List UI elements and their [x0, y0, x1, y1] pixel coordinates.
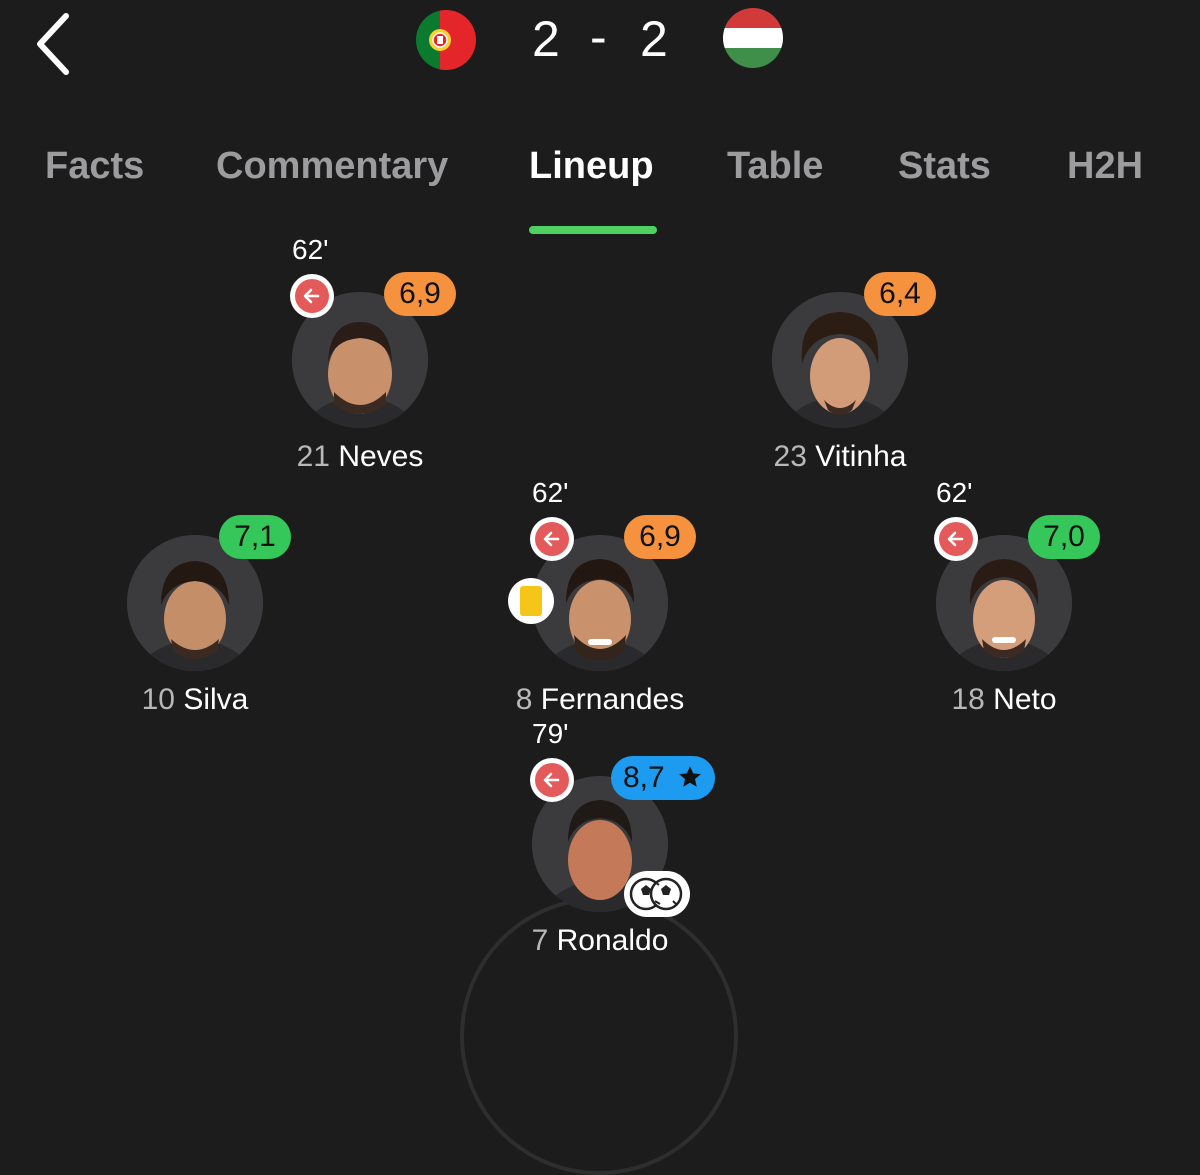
- sub-off-arrow-icon: [535, 522, 569, 556]
- tab-table[interactable]: Table: [727, 145, 823, 188]
- football-icon: [629, 877, 683, 911]
- away-score: 2: [640, 11, 668, 67]
- player-number: 7: [531, 924, 549, 957]
- active-tab-indicator: [529, 226, 657, 234]
- player-number: 18: [951, 683, 985, 716]
- player-name: 18 Neto: [874, 683, 1134, 717]
- player-surname: Vitinha: [815, 440, 907, 473]
- tab-facts[interactable]: Facts: [45, 145, 144, 188]
- score-separator: -: [590, 9, 607, 65]
- player-rating: 7,1: [219, 515, 291, 559]
- player-rating: 6,9: [624, 515, 696, 559]
- star-icon: [679, 766, 701, 787]
- substitution-time: 79': [532, 718, 569, 749]
- substitution-badge: [530, 517, 574, 561]
- substitution-badge: [290, 274, 334, 318]
- tab-commentary[interactable]: Commentary: [216, 145, 448, 188]
- player-surname: Neto: [993, 683, 1057, 716]
- rating-value: 8,7: [623, 761, 665, 794]
- player-rating: 7,0: [1028, 515, 1100, 559]
- substitution-badge: [934, 517, 978, 561]
- hungary-flag-icon: [723, 8, 783, 68]
- sub-off-arrow-icon: [939, 522, 973, 556]
- player-number: 23: [773, 440, 807, 473]
- tab-stats[interactable]: Stats: [898, 145, 991, 188]
- tab-h2h[interactable]: H2H: [1067, 145, 1143, 188]
- substitution-badge: [530, 758, 574, 802]
- player-surname: Neves: [338, 440, 424, 473]
- substitution-time: 62': [936, 477, 973, 508]
- yellow-card-icon: [508, 578, 554, 624]
- portugal-flag-icon: [416, 10, 476, 70]
- player-rating: 8,7: [611, 756, 715, 800]
- player-rating: 6,9: [384, 272, 456, 316]
- player-name: 21 Neves: [230, 440, 490, 474]
- tab-lineup[interactable]: Lineup: [529, 145, 654, 188]
- player-rating: 6,4: [864, 272, 936, 316]
- player-number: 21: [296, 440, 330, 473]
- player-name: 8 Fernandes: [470, 683, 730, 717]
- goals-badge: [624, 871, 690, 917]
- player-number: 10: [141, 683, 175, 716]
- player-name: 7 Ronaldo: [470, 924, 730, 958]
- sub-off-arrow-icon: [295, 279, 329, 313]
- back-button[interactable]: [30, 12, 80, 76]
- player-name: 10 Silva: [65, 683, 325, 717]
- sub-off-arrow-icon: [535, 763, 569, 797]
- player-surname: Ronaldo: [556, 924, 669, 957]
- substitution-time: 62': [292, 234, 329, 265]
- substitution-time: 62': [532, 477, 569, 508]
- home-score: 2: [532, 11, 560, 67]
- player-surname: Fernandes: [540, 683, 685, 716]
- player-number: 8: [515, 683, 533, 716]
- player-surname: Silva: [183, 683, 249, 716]
- player-name: 23 Vitinha: [710, 440, 970, 474]
- chevron-left-icon: [37, 13, 69, 75]
